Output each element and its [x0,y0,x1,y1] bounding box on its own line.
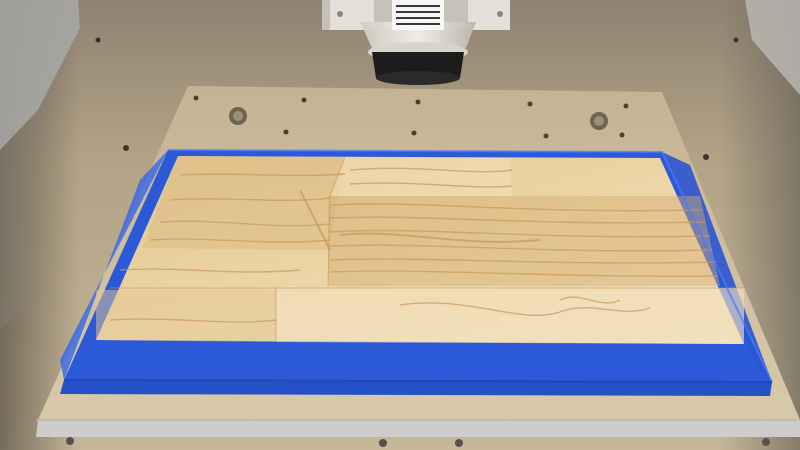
spoilboard-edge [36,420,800,437]
photo-scene [0,0,800,450]
photo-svg [0,0,800,450]
